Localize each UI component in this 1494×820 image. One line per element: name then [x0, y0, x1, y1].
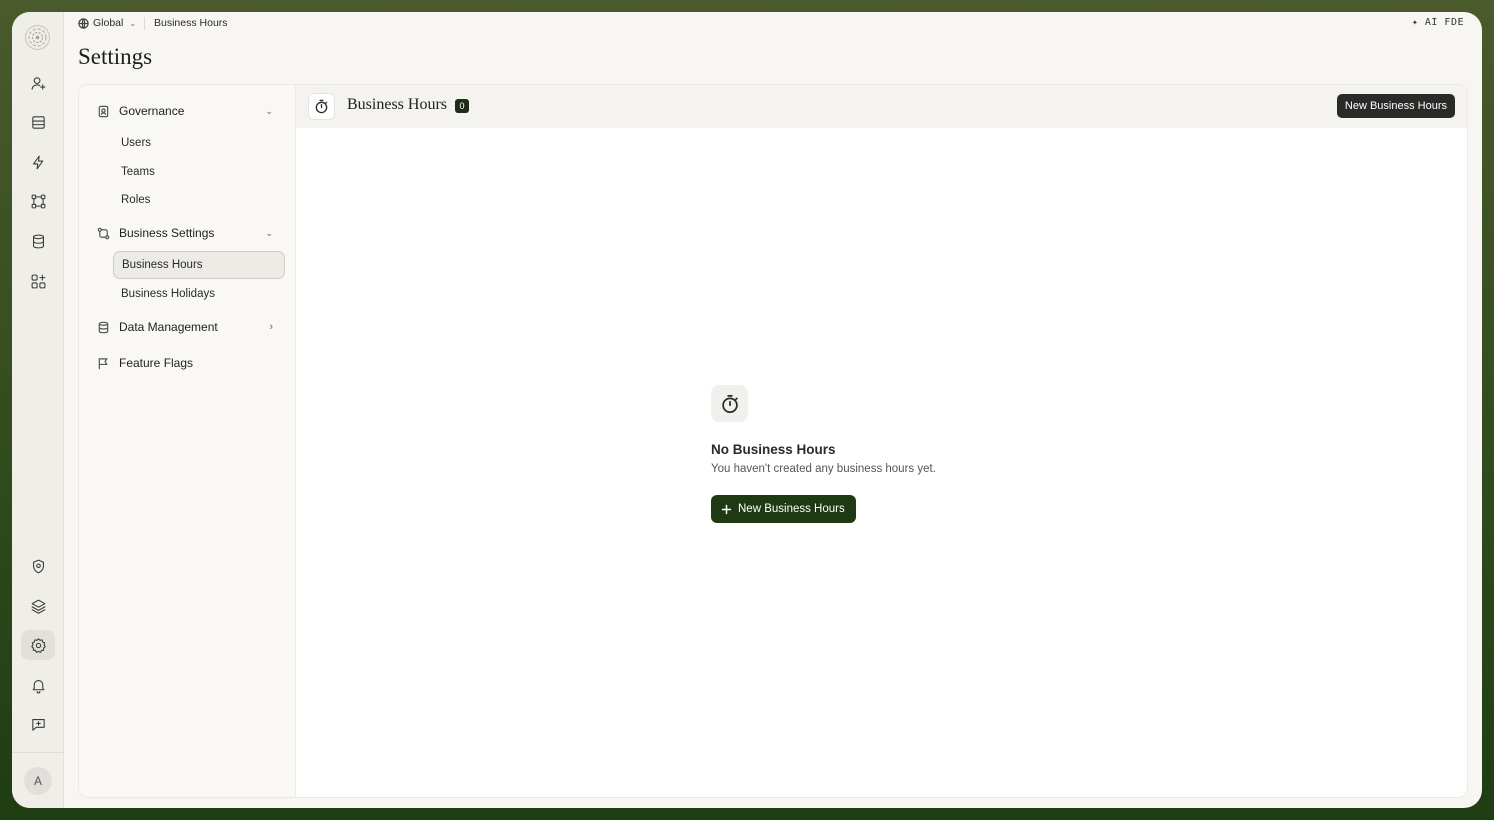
sidebar-group-label: Governance	[119, 104, 185, 118]
button-label: New Business Hours	[738, 503, 845, 515]
sidebar-item-label: Teams	[121, 166, 155, 178]
breadcrumb-separator	[144, 17, 145, 30]
breadcrumb: Business Hours	[154, 17, 228, 29]
flag-icon	[98, 357, 108, 369]
timer-icon	[711, 385, 748, 422]
sidebar-item-users[interactable]: Users	[113, 129, 285, 157]
git-compare-icon	[97, 227, 110, 239]
top-bar: Global ⌄ Business Hours ✦ AI FDE	[64, 12, 1482, 36]
settings-sidebar: Governance ⌄ Users Teams Roles Business …	[79, 85, 295, 797]
content-header: Business Hours 0 New Business Hours	[296, 85, 1467, 128]
sidebar-item-label: Business Holidays	[121, 288, 215, 300]
sidebar-group-label: Data Management	[119, 320, 218, 334]
id-badge-icon	[98, 105, 109, 117]
sidebar-item-teams[interactable]: Teams	[113, 158, 285, 186]
ai-fde-label: AI FDE	[1424, 17, 1464, 28]
scope-selector[interactable]: Global ⌄	[78, 17, 136, 29]
apps-icon[interactable]	[21, 266, 55, 296]
chevron-right-icon: ›	[269, 321, 273, 333]
sidebar-group-label: Feature Flags	[119, 356, 194, 370]
workflow-icon[interactable]	[21, 186, 55, 216]
sidebar-group-data-management[interactable]: Data Management ›	[97, 316, 277, 338]
chevron-down-icon: ⌄	[265, 105, 273, 116]
new-business-hours-button[interactable]: New Business Hours	[1336, 94, 1455, 118]
database-icon[interactable]	[21, 226, 55, 256]
content-area: Business Hours 0 New Business Hours No B…	[295, 85, 1467, 797]
sparkle-icon: ✦	[1411, 17, 1419, 28]
shield-icon[interactable]	[21, 551, 55, 581]
sidebar-group-label: Business Settings	[119, 226, 215, 240]
chevron-down-icon: ⌄	[265, 227, 273, 238]
app-window: A Global ⌄ Business Hours ✦ AI FDE Setti…	[12, 12, 1482, 808]
timer-icon	[308, 93, 335, 120]
avatar[interactable]: A	[24, 767, 52, 795]
gear-icon[interactable]	[21, 630, 55, 660]
empty-new-business-hours-button[interactable]: New Business Hours	[711, 495, 856, 523]
sidebar-item-label: Business Hours	[122, 259, 203, 271]
content-title: Business Hours	[347, 96, 448, 113]
layers-icon[interactable]	[21, 591, 55, 621]
bolt-icon[interactable]	[21, 147, 55, 177]
inbox-icon[interactable]	[21, 107, 55, 137]
sidebar-group-feature-flags[interactable]: Feature Flags	[97, 352, 277, 374]
sidebar-group-business-settings[interactable]: Business Settings ⌄	[97, 222, 277, 244]
sidebar-item-label: Users	[121, 137, 152, 149]
empty-state-title: No Business Hours	[711, 442, 836, 457]
count-badge: 0	[455, 99, 469, 113]
brand-logo-icon[interactable]	[24, 24, 51, 51]
sidebar-item-roles[interactable]: Roles	[113, 186, 285, 214]
empty-state: No Business Hours You haven't created an…	[711, 385, 1011, 523]
sidebar-group-governance[interactable]: Governance ⌄	[97, 100, 277, 122]
feedback-icon[interactable]	[21, 709, 55, 739]
globe-icon	[78, 17, 89, 29]
settings-panel: Governance ⌄ Users Teams Roles Business …	[78, 84, 1468, 798]
sidebar-item-business-holidays[interactable]: Business Holidays	[113, 280, 285, 308]
breadcrumb-current: Business Hours	[154, 17, 228, 29]
user-plus-icon[interactable]	[21, 68, 55, 98]
page-title: Settings	[78, 44, 153, 69]
plus-icon	[721, 504, 732, 514]
sidebar-item-label: Roles	[121, 194, 151, 206]
sidebar-item-business-hours[interactable]: Business Hours	[113, 251, 285, 279]
ai-fde-button[interactable]: ✦ AI FDE	[1412, 17, 1464, 28]
database-icon	[98, 321, 109, 333]
bell-icon[interactable]	[21, 670, 55, 700]
icon-rail: A	[12, 12, 64, 808]
rail-divider	[12, 752, 64, 753]
scope-label: Global	[93, 17, 124, 29]
chevron-down-icon: ⌄	[129, 18, 137, 28]
empty-state-subtitle: You haven't created any business hours y…	[711, 463, 936, 475]
